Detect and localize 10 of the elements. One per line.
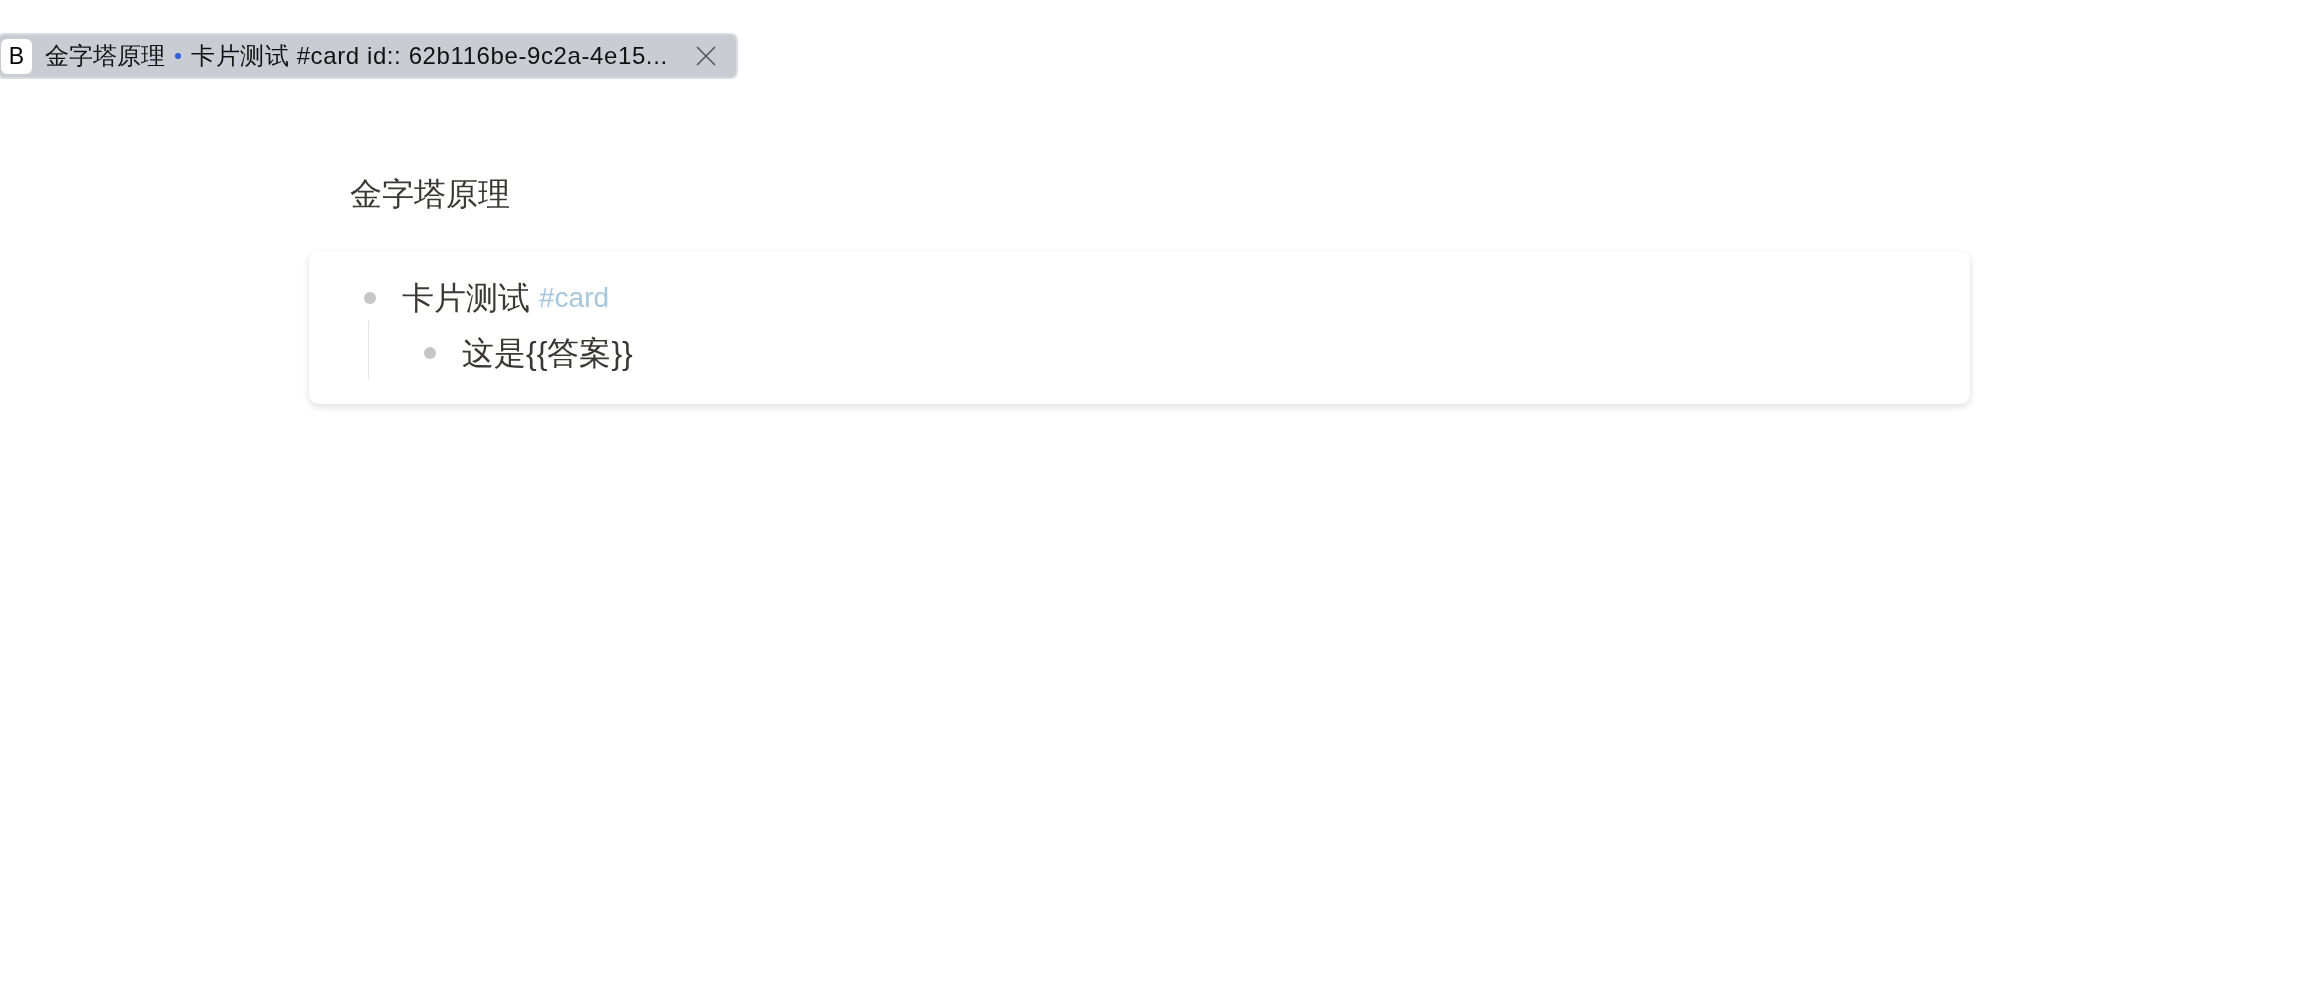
dot-icon [175, 53, 181, 59]
block-text: 卡片测试 [402, 279, 530, 318]
bullet-icon[interactable] [424, 347, 436, 359]
block-type-label: B [1, 38, 32, 74]
block-text: 这是{{答案}} [462, 334, 633, 373]
block-reference-text[interactable]: 卡片测试 #card id:: 62b116be-9c2a-4e15... [191, 38, 668, 74]
bullet-icon[interactable] [364, 292, 376, 304]
page-title: 金字塔原理 [350, 175, 510, 214]
close-icon[interactable] [695, 46, 716, 66]
page-link[interactable]: 金字塔原理 [45, 38, 165, 74]
